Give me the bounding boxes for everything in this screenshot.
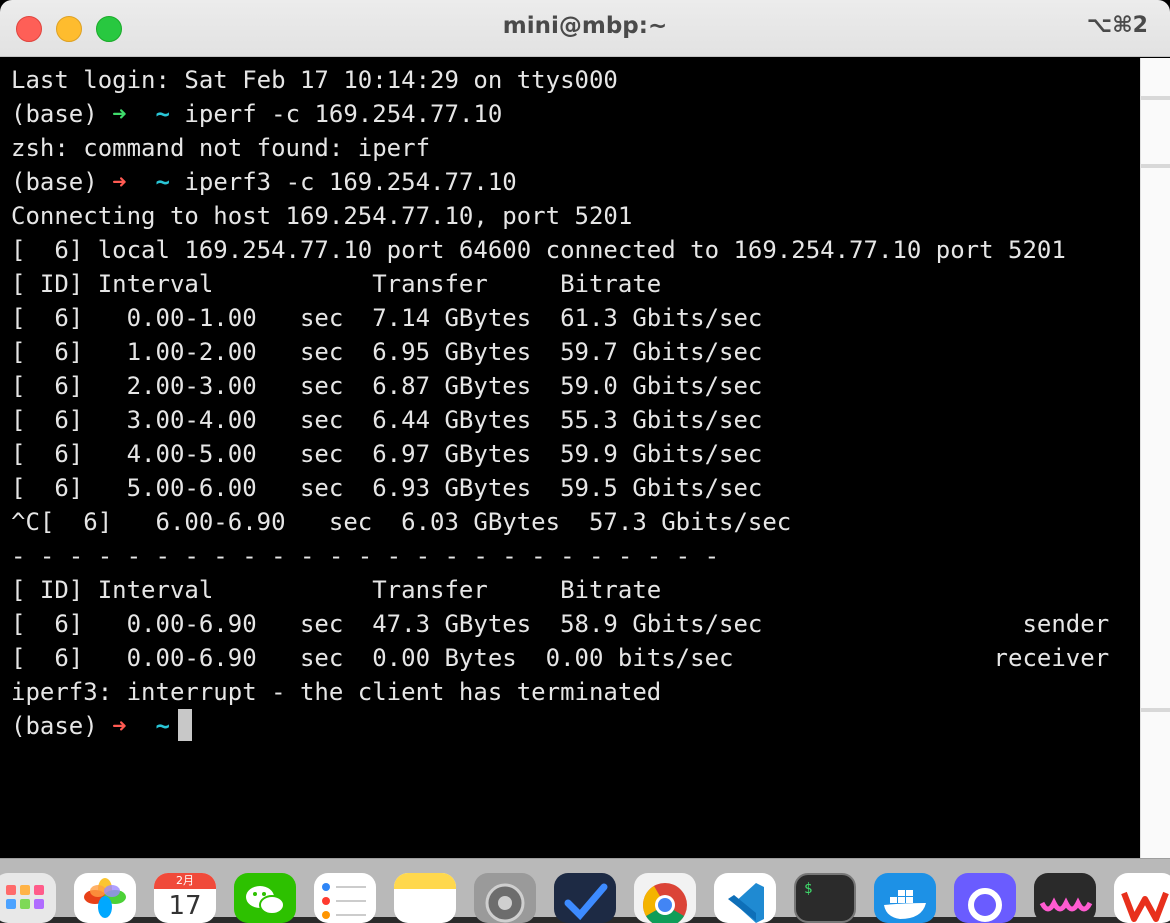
scroll-marker (1141, 708, 1170, 712)
window-shortcut-label: ⌥⌘2 (1086, 13, 1148, 38)
terminal-line: [ 6] 5.00-6.00 sec 6.93 GBytes 59.5 Gbit… (11, 474, 763, 502)
terminal-line: [ 6] 2.00-3.00 sec 6.87 GBytes 59.0 Gbit… (11, 372, 763, 400)
terminal-line: Last login: Sat Feb 17 10:14:29 on ttys0… (11, 66, 618, 94)
calendar-day: 17 (168, 891, 202, 921)
terminal-prompt-line: (base) ➜ ~ iperf -c 169.254.77.10 (11, 100, 503, 128)
terminal-line: [ 6] 0.00-1.00 sec 7.14 GBytes 61.3 Gbit… (11, 304, 763, 332)
scrollbar[interactable] (1140, 58, 1170, 858)
terminal-prompt-line: (base) ➜ ~ (11, 712, 170, 740)
terminal-window: mini@mbp:~ ⌥⌘2 Last login: Sat Feb 17 10… (0, 0, 1170, 858)
prompt-arrow-icon: ➜ (112, 100, 127, 128)
calendar-month: 2月 (154, 873, 216, 889)
scroll-marker (1141, 96, 1170, 100)
window-title: mini@mbp:~ (502, 13, 668, 39)
command-text: iperf -c 169.254.77.10 (169, 100, 503, 128)
prompt-arrow-icon: ➜ (112, 168, 127, 196)
terminal-line: [ ID] Interval Transfer Bitrate (11, 576, 662, 604)
terminal-line: [ 6] local 169.254.77.10 port 64600 conn… (11, 236, 1066, 264)
terminal-prompt-line: (base) ➜ ~ iperf3 -c 169.254.77.10 (11, 168, 517, 196)
terminal-line: [ ID] Interval Transfer Bitrate (11, 270, 662, 298)
scroll-marker (1141, 164, 1170, 168)
command-text: iperf3 -c 169.254.77.10 (169, 168, 517, 196)
text-cursor (178, 709, 192, 741)
dock: 2月 17 $ (0, 858, 1170, 923)
title-bar[interactable]: mini@mbp:~ ⌥⌘2 (0, 0, 1170, 57)
terminal-line: Connecting to host 169.254.77.10, port 5… (11, 202, 633, 230)
terminal-line: ^C[ 6] 6.00-6.90 sec 6.03 GBytes 57.3 Gb… (11, 508, 792, 536)
terminal-line: - - - - - - - - - - - - - - - - - - - - … (11, 542, 720, 570)
prompt-directory: ~ (126, 100, 170, 128)
terminal-output[interactable]: Last login: Sat Feb 17 10:14:29 on ttys0… (0, 58, 1140, 858)
prompt-directory: ~ (126, 712, 170, 740)
terminal-line: zsh: command not found: iperf (11, 134, 431, 162)
terminal-line: [ 6] 4.00-5.00 sec 6.97 GBytes 59.9 Gbit… (11, 440, 763, 468)
terminal-line: iperf3: interrupt - the client has termi… (11, 678, 662, 706)
terminal-line: [ 6] 3.00-4.00 sec 6.44 GBytes 55.3 Gbit… (11, 406, 763, 434)
terminal-line: [ 6] 0.00-6.90 sec 47.3 GBytes 58.9 Gbit… (11, 610, 1110, 638)
terminal-line: [ 6] 1.00-2.00 sec 6.95 GBytes 59.7 Gbit… (11, 338, 763, 366)
prompt-directory: ~ (126, 168, 170, 196)
terminal-line: [ 6] 0.00-6.90 sec 0.00 Bytes 0.00 bits/… (11, 644, 1110, 672)
prompt-arrow-icon: ➜ (112, 712, 127, 740)
